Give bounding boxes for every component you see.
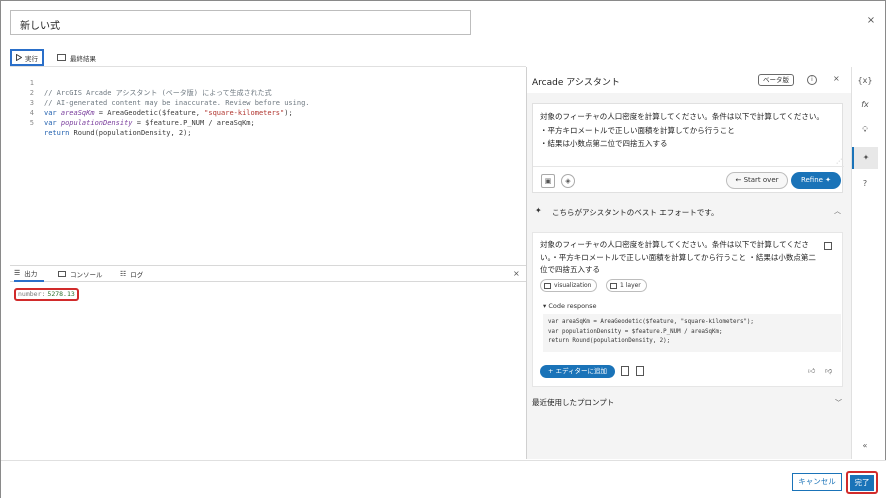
code-text: return Round(populationDensity, 2); (44, 129, 192, 137)
sparkle-icon[interactable]: ✦ (852, 147, 878, 169)
resize-grip-icon[interactable]: ⋰ (836, 158, 842, 165)
recent-prompts-header[interactable]: 最近使用したプロンプト ﹀ (532, 397, 843, 411)
tab-console[interactable]: コンソール (58, 266, 103, 282)
assistant-response-card: 対象のフィーチャの人口密度を計算してください。条件は以下で計算してください。・平… (532, 232, 843, 387)
code-text: var populationDensity = $feature.P_NUM /… (44, 119, 255, 127)
code-response-toggle[interactable]: ▾ Code response (543, 302, 597, 310)
final-result-tab[interactable]: 最終結果 (54, 49, 96, 66)
response-text: 対象のフィーチャの人口密度を計算してください。条件は以下で計算してください。・平… (540, 240, 816, 274)
collapse-icon[interactable]: « (852, 435, 878, 457)
chip-layer: 1 layer (606, 279, 647, 292)
editor-toolbar: 実行 最終結果 (10, 49, 526, 67)
prompt-line: ・平方キロメートルで正しい面積を計算してから行うこと (540, 125, 735, 135)
prompt-line: ・結果は小数点第二位で四捨五入する (540, 139, 668, 148)
right-rail: {x} fx 💡︎ ✦ ? « (851, 67, 878, 459)
code-text: var areaSqKm = AreaGeodetic($feature, "s… (44, 109, 293, 117)
done-button[interactable]: 完了 (850, 475, 874, 491)
arcade-assistant-panel: Arcade アシスタント ベータ版 i × 対象のフィーチャの人口密度を計算し… (527, 67, 851, 459)
thumbs-down-icon[interactable]: 👎︎ (825, 366, 832, 375)
code-line: 5 return Round(populationDensity, 2); (10, 108, 192, 137)
functions-icon[interactable]: fx (852, 94, 878, 116)
layers-icon[interactable]: ◈ (561, 174, 575, 188)
best-effort-header[interactable]: ✦ こちらがアシスタントのベスト エフォートです。 ︿ (532, 204, 843, 220)
expression-dialog: 新しい式 × 実行 最終結果 1 // ArcGIS Arcade アシスタント… (0, 0, 886, 498)
prompt-line: 対象のフィーチャの人口密度を計算してください。条件は以下で計算してください。 (540, 112, 824, 121)
tab-output-label: 出力 (24, 270, 38, 278)
copy-icon[interactable] (824, 242, 832, 250)
result-type: number: (18, 290, 46, 298)
prompt-input[interactable]: 対象のフィーチャの人口密度を計算してください。条件は以下で計算してください。 ・… (532, 103, 844, 194)
code-text: // AI-generated content may be inaccurat… (44, 99, 310, 107)
prompt-footer: ▣ ◈ ← Start over Refine ✦ (533, 166, 844, 194)
dialog-footer: キャンセル 完了 (1, 460, 886, 498)
assistant-header: Arcade アシスタント ベータ版 i × (527, 67, 851, 93)
info-icon[interactable]: i (807, 75, 817, 85)
prompt-text[interactable]: 対象のフィーチャの人口密度を計算してください。条件は以下で計算してください。 ・… (540, 110, 840, 151)
dialog-close-icon[interactable]: × (865, 15, 877, 27)
console-icon (58, 271, 66, 277)
code-response: var areaSqKm = AreaGeodetic($feature, "s… (543, 314, 841, 352)
result-value: number: 5278.13 (14, 288, 79, 301)
layer-icon (610, 282, 617, 289)
play-icon (16, 54, 22, 61)
cancel-button[interactable]: キャンセル (792, 473, 842, 491)
best-effort-label: こちらがアシスタントのベスト エフォートです。 (552, 208, 719, 217)
add-to-editor-button[interactable]: + エディターに追加 (540, 365, 615, 378)
map-icon (544, 282, 551, 289)
expression-title-input[interactable]: 新しい式 (10, 10, 471, 35)
tab-console-label: コンソール (70, 271, 103, 279)
chevron-down-icon[interactable]: ﹀ (835, 398, 842, 408)
output-tabs: ☰ 出力 コンソール ☷ ログ × (10, 265, 526, 282)
tab-output[interactable]: ☰ 出力 (14, 266, 44, 282)
output-body: number: 5278.13 (10, 282, 526, 457)
document-icon[interactable] (621, 366, 629, 376)
start-over-button[interactable]: ← Start over (726, 172, 788, 189)
code-line: 2 // AI-generated content may be inaccur… (10, 78, 310, 107)
tab-log[interactable]: ☷ ログ (120, 266, 143, 282)
clipboard-icon[interactable] (636, 366, 644, 376)
final-result-label: 最終結果 (70, 54, 96, 63)
sparkle-icon: ✦ (535, 206, 542, 215)
done-highlight: 完了 (846, 471, 878, 494)
code-line: 4 var populationDensity = $feature.P_NUM… (10, 98, 255, 127)
chevron-up-icon[interactable]: ︿ (834, 206, 841, 216)
line-number: 5 (29, 119, 34, 127)
chip-layer-label: 1 layer (620, 282, 641, 289)
output-close-icon[interactable]: × (513, 269, 520, 278)
chip-visualization: visualization (540, 279, 598, 292)
tab-log-label: ログ (130, 271, 144, 279)
output-icon: ☰ (14, 269, 21, 277)
beta-badge: ベータ版 (758, 74, 794, 86)
code-text: // ArcGIS Arcade アシスタント (ベータ版) によって生成された… (44, 89, 272, 97)
code-editor[interactable]: 1 // ArcGIS Arcade アシスタント (ベータ版) によって生成さ… (10, 67, 532, 263)
log-icon: ☷ (120, 270, 127, 278)
code-line: 1 // ArcGIS Arcade アシスタント (ベータ版) によって生成さ… (10, 68, 272, 97)
code-line: 3 var areaSqKm = AreaGeodetic($feature, … (10, 88, 293, 117)
assistant-close-icon[interactable]: × (833, 74, 840, 83)
chip-visualization-label: visualization (554, 282, 592, 289)
recent-prompts-label: 最近使用したプロンプト (532, 398, 615, 407)
help-icon[interactable]: ? (852, 173, 878, 195)
bulb-icon[interactable]: 💡︎ (852, 119, 878, 141)
thumbs-up-icon[interactable]: 👍︎ (808, 366, 815, 375)
run-button[interactable]: 実行 (10, 49, 44, 66)
refine-button[interactable]: Refine ✦ (791, 172, 841, 189)
result-number: 5278.13 (47, 290, 75, 298)
result-icon (57, 54, 66, 61)
assistant-title: Arcade アシスタント (532, 78, 620, 88)
variables-icon[interactable]: {x} (852, 70, 878, 92)
image-attach-icon[interactable]: ▣ (541, 174, 555, 188)
run-label: 実行 (25, 54, 38, 63)
